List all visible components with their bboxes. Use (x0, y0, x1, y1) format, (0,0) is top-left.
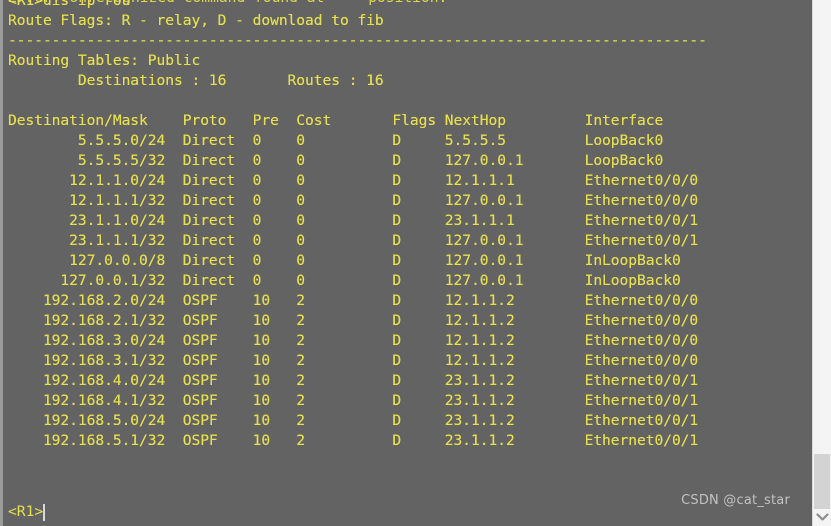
scrollbar-thumb[interactable] (814, 454, 830, 509)
prompt-label: <R1> (8, 503, 44, 520)
console-text: <R1>dis ip rou Route Flags: R - relay, D… (8, 0, 707, 449)
vertical-scrollbar[interactable] (812, 0, 831, 526)
text-cursor (43, 503, 46, 521)
watermark-text: CSDN @cat_star (681, 493, 790, 508)
command-prompt-line[interactable]: <R1> (8, 502, 46, 522)
terminal-window: Error: Unrecognized command found at '^'… (0, 0, 831, 526)
console-output-pane[interactable]: Error: Unrecognized command found at '^'… (0, 0, 812, 526)
chevron-down-icon[interactable] (813, 509, 831, 526)
